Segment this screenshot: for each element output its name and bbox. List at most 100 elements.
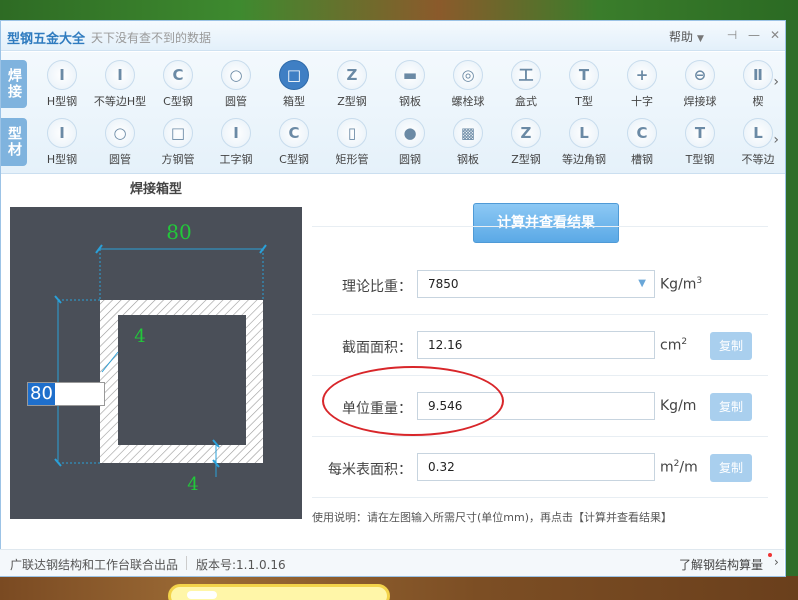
credits-text: 广联达钢结构和工作台联合出品: [10, 558, 179, 572]
profile-row: 型材 I H型钢 ○ 圆管 □ 方钢管 I 工字钢 C C型钢 ▯ 矩形管 ● 圆钢 ▩ 钢板 Z Z型钢 L 等边角…: [1, 114, 785, 170]
weld-item-label: 不等边H型: [93, 95, 147, 108]
weld-item-label: 钢板: [399, 95, 421, 108]
status-divider: [186, 556, 187, 570]
game-button-behind: [168, 584, 390, 600]
flange-thickness-label[interactable]: 4: [187, 474, 198, 495]
profile-item[interactable]: ▯ 矩形管: [323, 114, 381, 170]
surface-field[interactable]: 0.32: [417, 453, 655, 481]
weld-item[interactable]: ○ 圆管: [207, 56, 265, 112]
profile-item-label: 圆钢: [399, 153, 421, 166]
weld-category-tab[interactable]: 焊接: [1, 60, 27, 108]
density-select[interactable]: 7850 ▼: [417, 270, 655, 298]
panel-title: 焊接箱型: [130, 182, 183, 197]
profile-item-label: 方钢管: [161, 153, 195, 166]
weld-item-label: C型钢: [163, 95, 193, 108]
help-menu[interactable]: 帮助 ▼: [669, 28, 704, 45]
weld-item[interactable]: ▬ 钢板: [381, 56, 439, 112]
weld-item-label: 箱型: [283, 95, 305, 108]
learn-more-link[interactable]: 了解钢结构算量: [679, 556, 763, 573]
weld-item[interactable]: C C型钢: [149, 56, 207, 112]
weld-item[interactable]: □ 箱型: [265, 56, 323, 112]
divider: [312, 436, 768, 437]
profile-item[interactable]: ● 圆钢: [381, 114, 439, 170]
weld-item[interactable]: I H型钢: [33, 56, 91, 112]
area-field[interactable]: 12.16: [417, 331, 655, 359]
version-text: 版本号:1.1.0.16: [196, 558, 286, 572]
profile-item-label: T型钢: [685, 153, 715, 166]
weld-item[interactable]: T T型: [555, 56, 613, 112]
game-background-bottom: [0, 576, 798, 600]
dropdown-arrow-icon[interactable]: ▼: [638, 271, 646, 297]
weld-item-label: H型钢: [46, 95, 78, 108]
weld-item[interactable]: 工盒式: [497, 56, 555, 112]
area-label: 截面面积：: [342, 340, 412, 356]
shape-icon: Ⅱ: [743, 60, 773, 90]
help-label: 帮助: [669, 30, 694, 44]
profile-item[interactable]: L 等边角钢: [555, 114, 613, 170]
divider: [312, 314, 768, 315]
profile-item[interactable]: I 工字钢: [207, 114, 265, 170]
shape-icon: Z: [511, 118, 541, 148]
profile-item-label: Z型钢: [511, 153, 541, 166]
profile-item-label: 工字钢: [219, 153, 253, 166]
usage-note: 使用说明：请在左图输入所需尺寸(单位mm)，再点击【计算并查看结果】: [312, 511, 673, 524]
weld-item[interactable]: Z Z型钢: [323, 56, 381, 112]
profile-item[interactable]: T T型钢: [671, 114, 729, 170]
chevron-down-icon: ▼: [697, 34, 704, 44]
profile-item[interactable]: ▩ 钢板: [439, 114, 497, 170]
density-label: 理论比重：: [342, 279, 412, 295]
profile-item[interactable]: ○ 圆管: [91, 114, 149, 170]
chevron-right-icon[interactable]: ›: [773, 74, 779, 90]
minimize-icon[interactable]: —: [747, 28, 761, 42]
profile-item[interactable]: Z Z型钢: [497, 114, 555, 170]
shape-icon: ◎: [453, 60, 483, 90]
shape-icon: L: [569, 118, 599, 148]
top-width-label[interactable]: 80: [166, 220, 191, 244]
shape-icon: +: [627, 60, 657, 90]
weld-item-label: 螺栓球: [451, 95, 485, 108]
density-unit: Kg/m3: [660, 276, 703, 293]
copy-weight-button[interactable]: 复制: [710, 393, 752, 421]
chevron-right-icon[interactable]: ›: [774, 555, 779, 569]
area-unit: cm2: [660, 337, 688, 354]
weld-item-label: 盒式: [515, 95, 537, 108]
copy-area-button[interactable]: 复制: [710, 332, 752, 360]
profile-category-tab[interactable]: 型材: [1, 118, 27, 166]
weld-item[interactable]: ⊖ 焊接球: [671, 56, 729, 112]
calculate-button[interactable]: 计算并查看结果: [473, 203, 619, 243]
app-slogan: 天下没有查不到的数据: [91, 31, 212, 45]
profile-item-label: H型钢: [46, 153, 78, 166]
chevron-right-icon[interactable]: ›: [773, 132, 779, 148]
profile-item[interactable]: I H型钢: [33, 114, 91, 170]
copy-surface-button[interactable]: 复制: [710, 454, 752, 482]
shape-icon: □: [279, 60, 309, 90]
red-highlight-ellipse: [322, 366, 504, 436]
profile-item-label: 槽钢: [631, 153, 653, 166]
weld-item-label: T型: [575, 95, 593, 108]
shape-icon: I: [221, 118, 251, 148]
weld-item[interactable]: I 不等边H型: [91, 56, 149, 112]
shape-icon: □: [163, 118, 193, 148]
weld-item[interactable]: ◎ 螺栓球: [439, 56, 497, 112]
surface-unit: m2/m: [660, 459, 698, 476]
profile-item-label: 矩形管: [335, 153, 369, 166]
divider: [312, 226, 768, 227]
profile-item[interactable]: C C型钢: [265, 114, 323, 170]
pin-icon[interactable]: ⊣: [725, 28, 739, 42]
weight-unit: Kg/m: [660, 398, 697, 414]
height-input[interactable]: 80: [27, 382, 105, 406]
profile-item[interactable]: □ 方钢管: [149, 114, 207, 170]
shape-icon: ○: [105, 118, 135, 148]
shape-icon: ○: [221, 60, 251, 90]
shape-icon: 工: [511, 60, 541, 90]
weld-item[interactable]: + 十字: [613, 56, 671, 112]
profile-item[interactable]: C 槽钢: [613, 114, 671, 170]
app-title: 型钢五金大全: [7, 32, 86, 47]
wall-thickness-label[interactable]: 4: [134, 326, 145, 347]
profile-item-label: 钢板: [457, 153, 479, 166]
close-icon[interactable]: ✕: [768, 28, 782, 42]
shape-icon: ▬: [395, 60, 425, 90]
density-value: 7850: [428, 277, 459, 291]
shape-icon: C: [627, 118, 657, 148]
status-bar: 广联达钢结构和工作台联合出品 版本号:1.1.0.16 了解钢结构算量 ›: [0, 549, 784, 576]
